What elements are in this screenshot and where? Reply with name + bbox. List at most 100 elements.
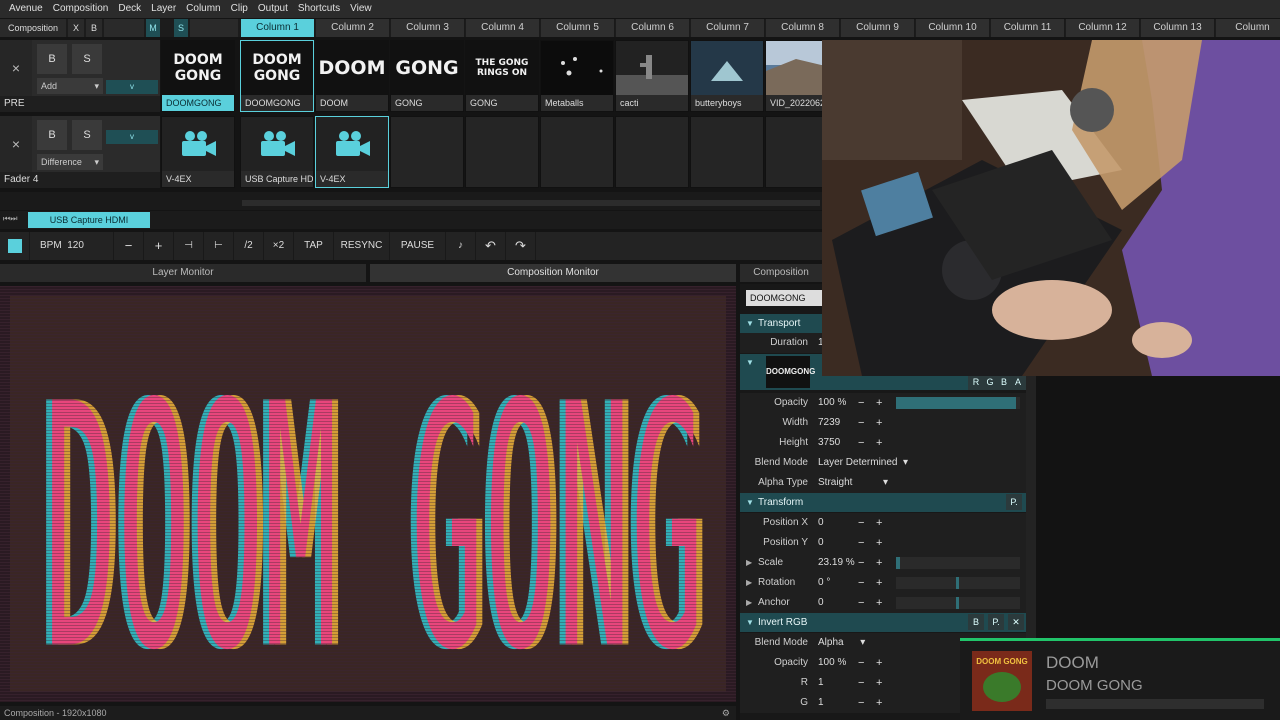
- position-y-minus-button[interactable]: −: [858, 533, 864, 553]
- opacity-slider[interactable]: [896, 397, 1020, 409]
- layer-1-video-toggle[interactable]: v: [106, 80, 158, 94]
- clip-layer2-2[interactable]: USB Capture HDMI: [240, 116, 314, 188]
- position-x-value[interactable]: 0: [818, 513, 824, 533]
- metronome-square-icon[interactable]: [0, 232, 30, 260]
- anchor-slider[interactable]: [896, 597, 1020, 609]
- layer-2-bypass-button[interactable]: B: [37, 120, 67, 150]
- tab-column-7[interactable]: Column 7: [691, 19, 765, 37]
- clip-layer1-8[interactable]: butteryboys: [690, 40, 764, 112]
- invert-remove-button[interactable]: ✕: [1008, 614, 1024, 630]
- clip-layer1-1[interactable]: DOOM GONG DOOMGONG: [161, 40, 235, 112]
- layer-1-clear-button[interactable]: ×: [0, 40, 32, 96]
- position-y-plus-button[interactable]: +: [876, 533, 882, 553]
- menu-layer[interactable]: Layer: [146, 0, 181, 18]
- triangle-right-icon[interactable]: ▶: [746, 553, 752, 573]
- deck-nav-icon[interactable]: ⏮⏭: [3, 214, 23, 226]
- height-minus-button[interactable]: −: [858, 433, 864, 453]
- channel-a-toggle[interactable]: A: [1010, 374, 1026, 390]
- layer-2-blend-dropdown[interactable]: Difference ▾: [37, 154, 103, 170]
- opacity-minus-button[interactable]: −: [858, 393, 864, 413]
- height-plus-button[interactable]: +: [876, 433, 882, 453]
- width-minus-button[interactable]: −: [858, 413, 864, 433]
- invert-param-button[interactable]: P.: [988, 614, 1004, 630]
- alpha-type-dropdown[interactable]: Straight ▾: [818, 473, 888, 493]
- clip-slot-empty[interactable]: [390, 116, 464, 188]
- layer-1-bypass-button[interactable]: B: [37, 44, 67, 74]
- undo-icon[interactable]: ↶: [476, 232, 506, 260]
- invert-bypass-button[interactable]: B: [968, 614, 984, 630]
- clip-layer1-3[interactable]: DOOM DOOM: [315, 40, 389, 112]
- resync-button[interactable]: RESYNC: [334, 232, 390, 260]
- clip-layer1-4[interactable]: GONG GONG: [390, 40, 464, 112]
- layer-1-name[interactable]: PRE: [0, 96, 160, 112]
- clip-layer1-2[interactable]: DOOM GONG DOOMGONG: [240, 40, 314, 112]
- menu-clip[interactable]: Clip: [226, 0, 253, 18]
- rotation-slider[interactable]: [896, 577, 1020, 589]
- tab-column-1[interactable]: Column 1: [241, 19, 315, 37]
- clip-layer1-5[interactable]: THE GONG RINGS ON GONG: [465, 40, 539, 112]
- pause-button[interactable]: PAUSE: [390, 232, 446, 260]
- bpm-half-button[interactable]: /2: [234, 232, 264, 260]
- clip-slot-empty[interactable]: [690, 116, 764, 188]
- bpm-double-button[interactable]: ×2: [264, 232, 294, 260]
- clip-slot-empty[interactable]: [615, 116, 689, 188]
- invert-blend-dropdown[interactable]: Alpha ▾: [818, 633, 865, 653]
- invert-g-minus-button[interactable]: −: [858, 693, 864, 713]
- menu-composition[interactable]: Composition: [48, 0, 114, 18]
- bpm-minus-button[interactable]: −: [114, 232, 144, 260]
- tab-inspector-composition[interactable]: Composition: [740, 264, 822, 282]
- layer-1-solo-button[interactable]: S: [72, 44, 102, 74]
- menu-column[interactable]: Column: [181, 0, 225, 18]
- tab-column-10[interactable]: Column 10: [916, 19, 990, 37]
- menu-deck[interactable]: Deck: [113, 0, 146, 18]
- invert-r-plus-button[interactable]: +: [876, 673, 882, 693]
- position-y-value[interactable]: 0: [818, 533, 824, 553]
- composition-x-button[interactable]: X: [68, 19, 84, 37]
- tab-column-9[interactable]: Column 9: [841, 19, 915, 37]
- invert-g-value[interactable]: 1: [818, 693, 824, 713]
- layer-1-blend-dropdown[interactable]: Add ▾: [37, 78, 103, 94]
- tab-layer-monitor[interactable]: Layer Monitor: [0, 264, 366, 282]
- position-x-minus-button[interactable]: −: [858, 513, 864, 533]
- nudge-back-button[interactable]: ⊣: [174, 232, 204, 260]
- gear-icon[interactable]: ⚙: [722, 706, 730, 720]
- clip-layer2-3[interactable]: V-4EX: [315, 116, 389, 188]
- tab-column-8[interactable]: Column 8: [766, 19, 840, 37]
- section-invert-rgb[interactable]: ▼ Invert RGB B P. ✕: [740, 613, 1026, 632]
- tab-column-2[interactable]: Column 2: [316, 19, 390, 37]
- bpm-plus-button[interactable]: +: [144, 232, 174, 260]
- blend-mode-dropdown[interactable]: Layer Determined ▾: [818, 453, 908, 473]
- transform-param-button[interactable]: P.: [1006, 494, 1022, 510]
- opacity-plus-button[interactable]: +: [876, 393, 882, 413]
- invert-r-value[interactable]: 1: [818, 673, 824, 693]
- clip-layer1-6[interactable]: Metaballs: [540, 40, 614, 112]
- invert-opacity-minus-button[interactable]: −: [858, 653, 864, 673]
- triangle-right-icon[interactable]: ▶: [746, 573, 752, 593]
- clip-layer1-7[interactable]: cacti: [615, 40, 689, 112]
- metronome-icon[interactable]: ♪: [446, 232, 476, 260]
- layer-2-video-toggle[interactable]: v: [106, 130, 158, 144]
- invert-opacity-value[interactable]: 100 %: [818, 653, 846, 673]
- clip-grid-scrollbar[interactable]: [242, 200, 820, 206]
- tab-column-13[interactable]: Column 13: [1141, 19, 1215, 37]
- scale-slider[interactable]: [896, 557, 1020, 569]
- clip-slot-empty[interactable]: [540, 116, 614, 188]
- tab-column-5[interactable]: Column 5: [541, 19, 615, 37]
- composition-solo-button[interactable]: S: [174, 19, 188, 37]
- menu-output[interactable]: Output: [253, 0, 293, 18]
- rotation-minus-button[interactable]: −: [858, 573, 864, 593]
- menu-view[interactable]: View: [345, 0, 377, 18]
- layer-2-name[interactable]: Fader 4: [0, 172, 160, 188]
- opacity-value[interactable]: 100 %: [818, 393, 846, 413]
- menu-avenue[interactable]: Avenue: [4, 0, 48, 18]
- anchor-minus-button[interactable]: −: [858, 593, 864, 613]
- tap-button[interactable]: TAP: [294, 232, 334, 260]
- clip-slot-empty[interactable]: [465, 116, 539, 188]
- anchor-plus-button[interactable]: +: [876, 593, 882, 613]
- tab-column-11[interactable]: Column 11: [991, 19, 1065, 37]
- position-x-plus-button[interactable]: +: [876, 513, 882, 533]
- anchor-value[interactable]: 0: [818, 593, 824, 613]
- scale-plus-button[interactable]: +: [876, 553, 882, 573]
- deck-tab-usb-capture[interactable]: USB Capture HDMI: [28, 212, 150, 228]
- menu-shortcuts[interactable]: Shortcuts: [293, 0, 345, 18]
